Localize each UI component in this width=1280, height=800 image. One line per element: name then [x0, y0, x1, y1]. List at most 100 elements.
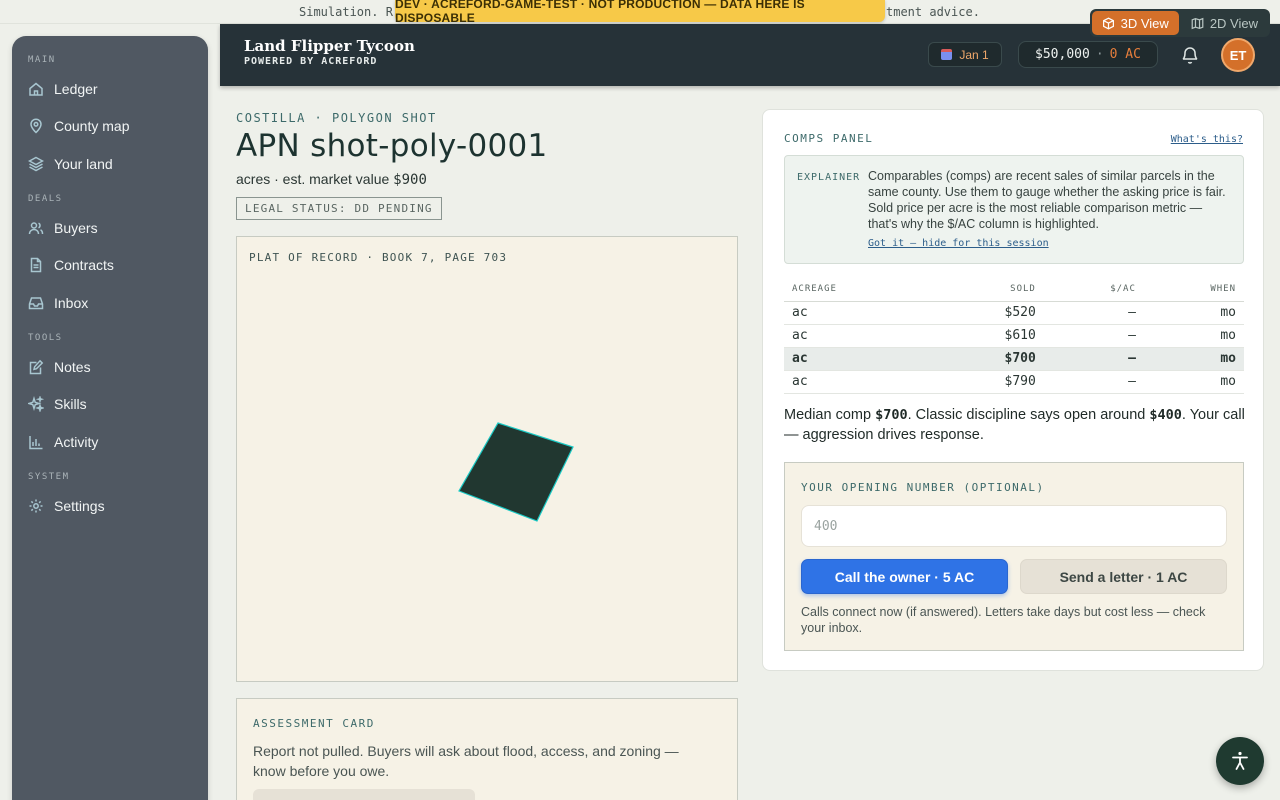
- accessibility-icon: [1232, 751, 1248, 770]
- cell-per-acre: —: [1043, 370, 1144, 394]
- cube-icon: [1102, 17, 1114, 29]
- sidebar-item-your-land[interactable]: Your land: [28, 149, 192, 179]
- comps-title: COMPS PANEL: [784, 132, 874, 145]
- cash-balance: $50,000: [1035, 47, 1090, 62]
- sidebar-section-deals: DEALS: [28, 194, 63, 204]
- sidebar-item-skills[interactable]: Skills: [28, 389, 192, 419]
- col-per-acre: $/AC: [1043, 277, 1144, 302]
- sidebar-item-contracts[interactable]: Contracts: [28, 250, 192, 280]
- balance-separator: ·: [1095, 47, 1104, 62]
- ac-balance: 0 AC: [1109, 47, 1141, 62]
- view-2d-button[interactable]: 2D View: [1181, 11, 1268, 35]
- explainer-tag: EXPLAINER: [797, 172, 861, 183]
- view-3d-button[interactable]: 3D View: [1091, 11, 1179, 35]
- sidebar-item-activity[interactable]: Activity: [28, 427, 192, 457]
- col-acreage: ACREAGE: [784, 277, 931, 302]
- view-2d-label: 2D View: [1209, 15, 1258, 31]
- median-comp-summary: Median comp $700. Classic discipline say…: [784, 405, 1249, 445]
- user-avatar[interactable]: ET: [1221, 38, 1255, 72]
- cell-per-acre: —: [1043, 347, 1144, 371]
- call-owner-button[interactable]: Call the owner · 5 AC: [801, 559, 1008, 594]
- sparkles-icon: [28, 396, 44, 412]
- table-row: ac $790 — mo: [784, 370, 1244, 394]
- layers-icon: [28, 156, 44, 172]
- col-when: WHEN: [1143, 277, 1244, 302]
- cell-sold: $610: [930, 324, 1044, 348]
- sidebar-section-tools: TOOLS: [28, 333, 63, 343]
- accessibility-button[interactable]: [1216, 737, 1264, 785]
- cell-when: mo: [1143, 347, 1244, 371]
- market-value: $900: [393, 172, 427, 188]
- game-date-pill[interactable]: Jan 1: [928, 42, 1002, 67]
- plat-panel: PLAT OF RECORD · BOOK 7, PAGE 703: [236, 236, 738, 682]
- explainer-text: Comparables (comps) are recent sales of …: [868, 169, 1226, 231]
- assessment-text: Report not pulled. Buyers will ask about…: [253, 743, 679, 779]
- cell-acreage: ac: [784, 347, 931, 371]
- view-toggle: 3D View 2D View: [1089, 9, 1270, 37]
- view-3d-label: 3D View: [1120, 15, 1169, 31]
- balance-pill[interactable]: $50,000 · 0 AC: [1018, 41, 1158, 68]
- assessment-label: ASSESSMENT CARD: [253, 717, 375, 730]
- whats-this-link[interactable]: What's this?: [1171, 134, 1243, 145]
- parcel-polygon-map[interactable]: [237, 237, 739, 683]
- parcel-polygon[interactable]: [458, 422, 574, 522]
- median-value: $700: [875, 407, 908, 423]
- sidebar-item-buyers[interactable]: Buyers: [28, 213, 192, 243]
- cell-sold: $790: [930, 370, 1044, 394]
- send-letter-button[interactable]: Send a letter · 1 AC: [1020, 559, 1227, 594]
- parcel-kicker: COSTILLA · POLYGON SHOT: [236, 111, 437, 125]
- map-pin-icon: [30, 118, 42, 134]
- sidebar-section-system: SYSTEM: [28, 472, 70, 482]
- cell-acreage: ac: [784, 301, 931, 325]
- cell-sold: $520: [930, 301, 1044, 325]
- sidebar-item-label: Notes: [54, 359, 91, 375]
- sidebar-item-label: Skills: [54, 396, 87, 412]
- sidebar-item-settings[interactable]: Settings: [28, 491, 192, 521]
- comps-explainer: EXPLAINER Comparables (comps) are recent…: [784, 155, 1244, 264]
- sidebar-item-county-map[interactable]: County map: [28, 111, 192, 141]
- sidebar-item-label: Ledger: [54, 81, 98, 97]
- opening-number-input[interactable]: [801, 505, 1227, 547]
- disclaimer-text-right: tment advice.: [886, 5, 980, 19]
- sidebar: MAIN Ledger County map Your land DEALS B…: [12, 36, 208, 800]
- cell-when: mo: [1143, 301, 1244, 325]
- parcel-subline: acres · est. market value $900: [236, 171, 427, 188]
- disclaimer-text-left: Simulation. R: [299, 5, 393, 19]
- hide-explainer-link[interactable]: Got it — hide for this session: [868, 238, 1049, 249]
- inbox-icon: [28, 297, 44, 310]
- sidebar-item-inbox[interactable]: Inbox: [28, 288, 192, 318]
- sidebar-item-label: County map: [54, 118, 130, 134]
- home-icon: [29, 82, 43, 96]
- sidebar-item-notes[interactable]: Notes: [28, 352, 192, 382]
- app-title: Land Flipper Tycoon: [244, 37, 415, 55]
- table-row-median: ac $700 — mo: [784, 347, 1244, 371]
- opening-offer-card: YOUR OPENING NUMBER (OPTIONAL) Call the …: [784, 462, 1244, 651]
- parcel-subline-prefix: acres · est. market value: [236, 171, 390, 187]
- bell-icon[interactable]: [1180, 45, 1200, 65]
- dev-environment-banner: DEV · ACREFORD-GAME-TEST · NOT PRODUCTIO…: [395, 0, 885, 25]
- cell-per-acre: —: [1043, 301, 1144, 325]
- calendar-icon: [941, 49, 953, 60]
- legal-status-badge: LEGAL STATUS: DD PENDING: [236, 197, 442, 220]
- assessment-card: ASSESSMENT CARD Report not pulled. Buyer…: [236, 698, 738, 800]
- comps-table-header: ACREAGE SOLD $/AC WHEN: [784, 277, 1244, 302]
- cell-when: mo: [1143, 370, 1244, 394]
- page-title: APN shot-poly-0001: [236, 128, 548, 164]
- pull-report-button[interactable]: [253, 789, 475, 800]
- game-date: Jan 1: [959, 47, 989, 62]
- sidebar-item-ledger[interactable]: Ledger: [28, 74, 192, 104]
- app-subtitle: POWERED BY ACREFORD: [244, 56, 378, 67]
- map-icon: [1191, 17, 1204, 29]
- sidebar-item-label: Inbox: [54, 295, 89, 311]
- gear-icon: [29, 499, 43, 513]
- suggested-open-value: $400: [1149, 407, 1182, 423]
- users-icon: [28, 222, 44, 235]
- notes-icon: [29, 359, 44, 375]
- cell-sold: $700: [930, 347, 1044, 371]
- sidebar-item-label: Settings: [54, 498, 105, 514]
- table-row: ac $610 — mo: [784, 324, 1244, 348]
- opening-note: Calls connect now (if answered). Letters…: [801, 605, 1206, 635]
- chart-icon: [29, 436, 43, 450]
- sidebar-section-main: MAIN: [28, 55, 56, 65]
- sidebar-item-label: Your land: [54, 156, 113, 172]
